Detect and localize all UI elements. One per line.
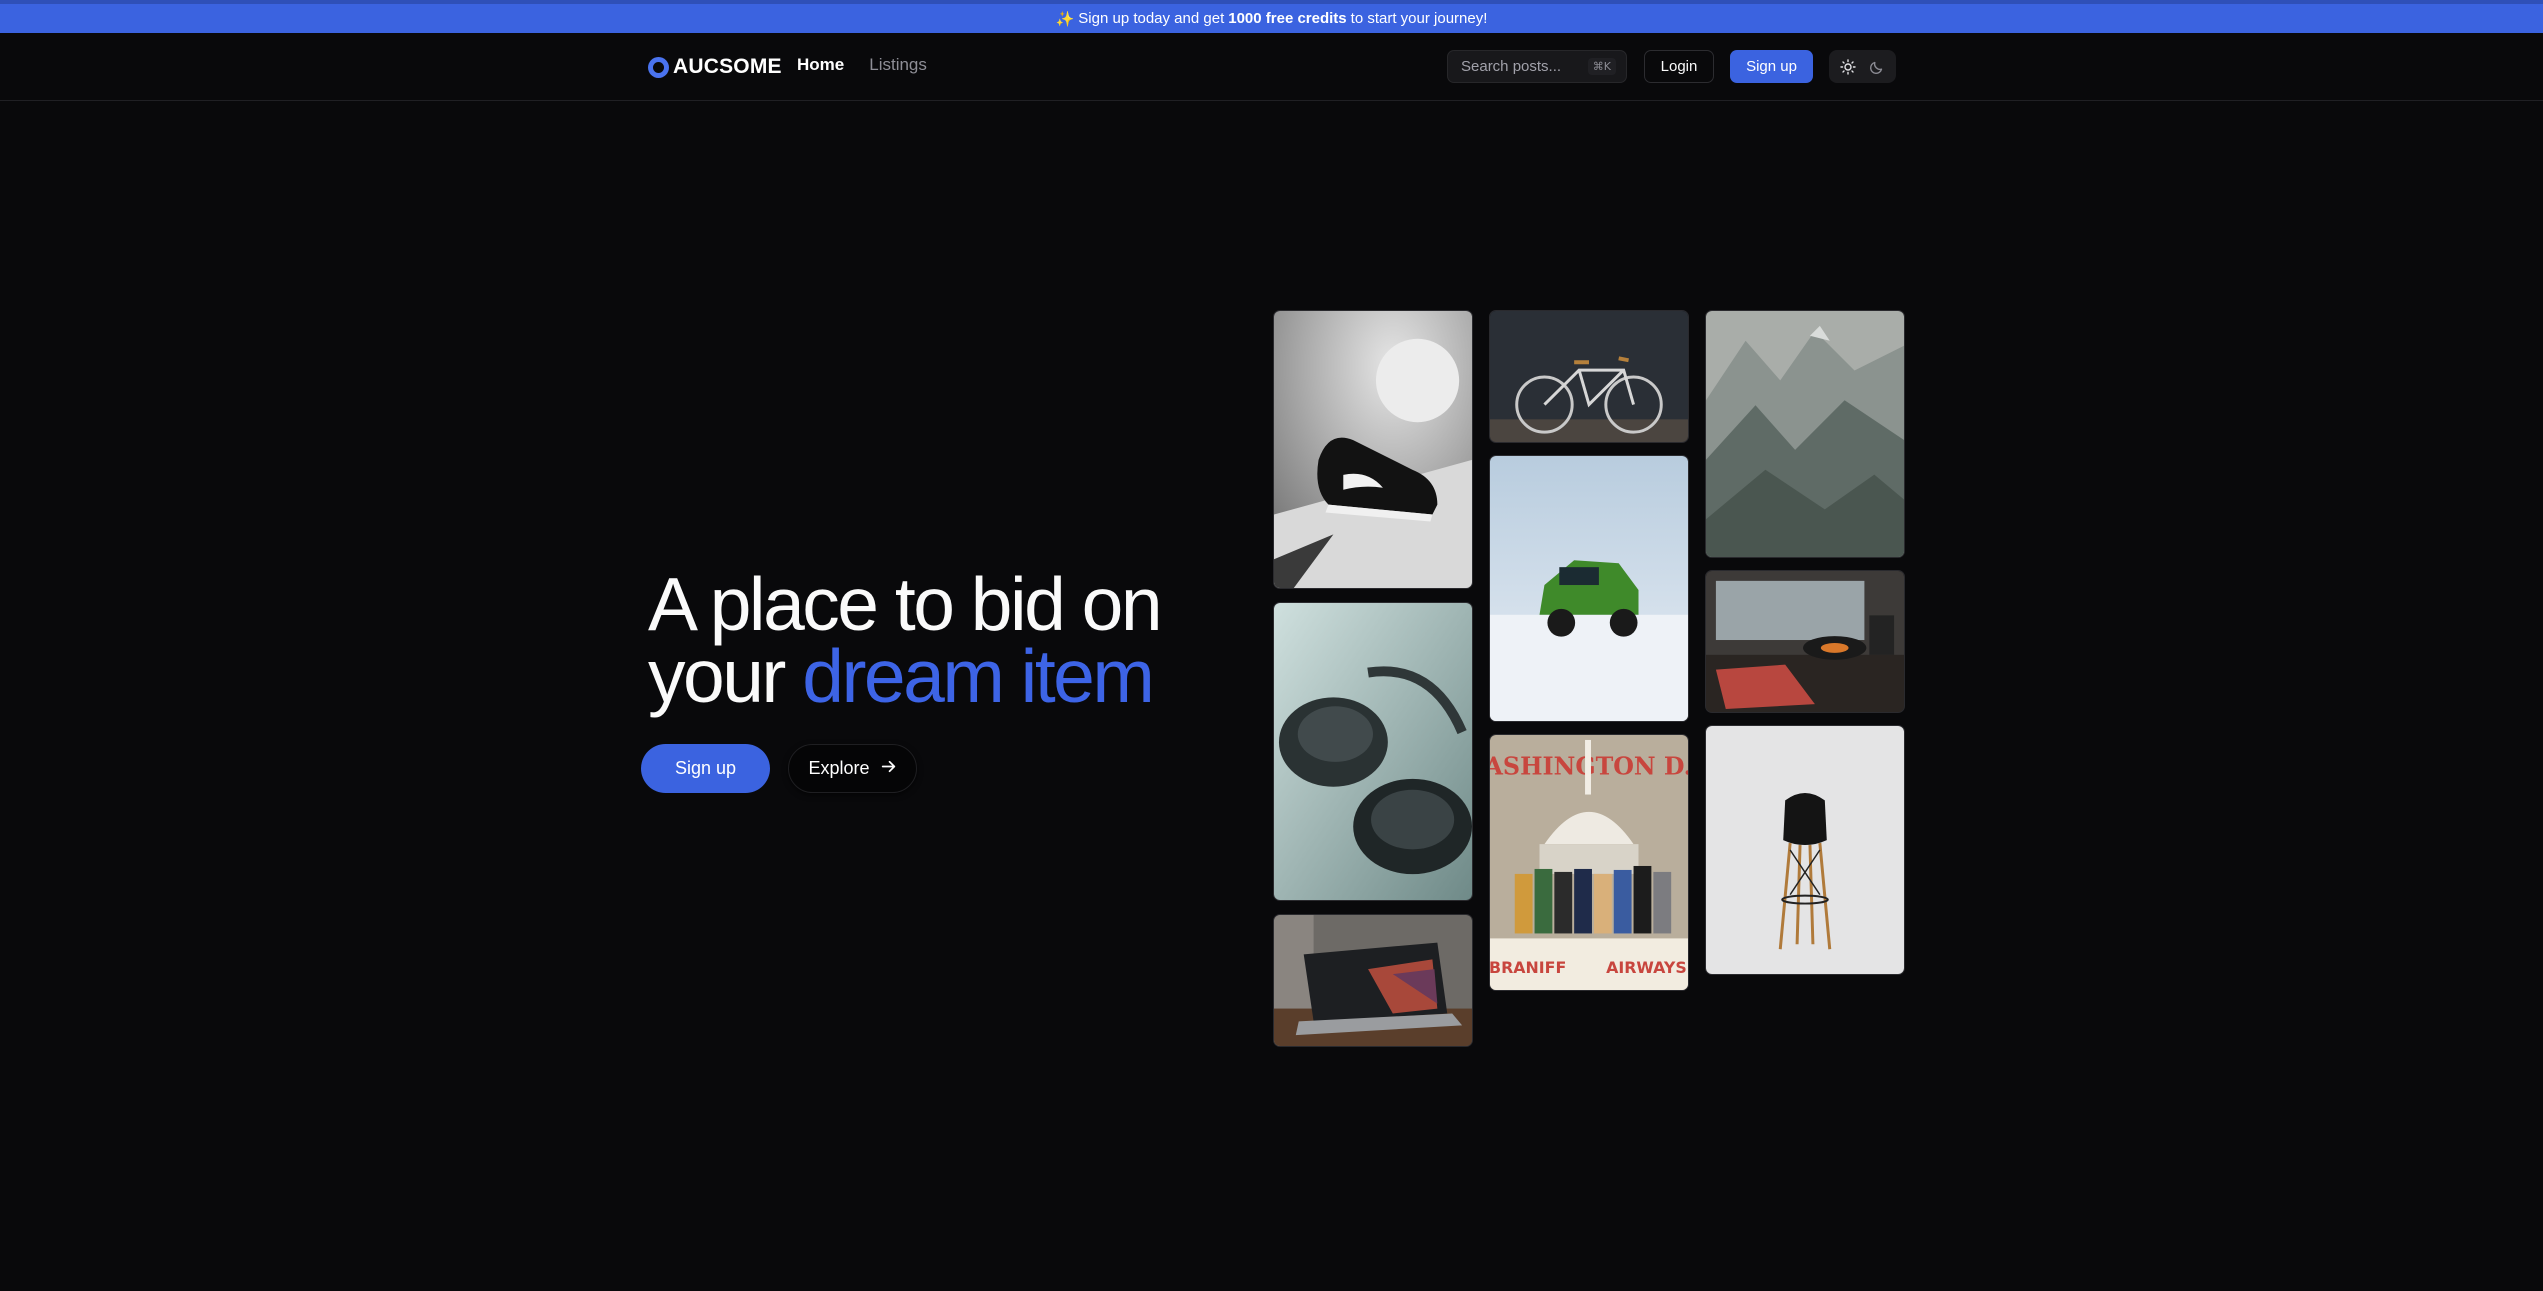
bicycle-image[interactable] bbox=[1489, 310, 1689, 443]
announcement-banner: ✨ Sign up today and get 1000 free credit… bbox=[0, 0, 2543, 33]
hero-signup-button[interactable]: Sign up bbox=[641, 744, 770, 793]
banner-text-before: Sign up today and get bbox=[1078, 10, 1225, 27]
nav-item-listings[interactable]: Listings bbox=[869, 55, 927, 75]
record-player-image[interactable] bbox=[1705, 570, 1905, 713]
search-placeholder: Search posts... bbox=[1461, 58, 1562, 75]
logo-text: AUCSOME bbox=[673, 55, 782, 78]
washington-poster-image[interactable]: WASHINGTON D.C. BRANIFF AIRWAYS bbox=[1489, 734, 1689, 991]
login-button[interactable]: Login bbox=[1644, 50, 1714, 83]
laptop-image[interactable] bbox=[1273, 914, 1473, 1047]
green-truck-image[interactable] bbox=[1489, 455, 1689, 722]
svg-text:BRANIFF: BRANIFF bbox=[1490, 958, 1566, 977]
main-nav: Home Listings bbox=[797, 55, 927, 75]
hero-title-plain: your bbox=[648, 634, 786, 718]
headphones-image[interactable] bbox=[1273, 602, 1473, 901]
search-shortcut: ⌘K bbox=[1587, 58, 1616, 75]
banner-highlight: 1000 free credits bbox=[1228, 10, 1347, 27]
sneaker-image[interactable] bbox=[1273, 310, 1473, 589]
sparkle-icon: ✨ bbox=[1055, 10, 1075, 28]
hero-title-accent: dream item bbox=[802, 634, 1155, 718]
sun-icon[interactable] bbox=[1835, 54, 1861, 80]
explore-button[interactable]: Explore bbox=[788, 744, 917, 793]
site-header: AUCSOME Home Listings Search posts... ⌘K… bbox=[0, 33, 2543, 101]
moon-icon[interactable] bbox=[1864, 54, 1890, 80]
banner-text-after: to start your journey! bbox=[1350, 10, 1488, 27]
logo-mark-icon bbox=[648, 56, 669, 78]
arrow-right-icon bbox=[880, 758, 897, 780]
svg-text:AIRWAYS: AIRWAYS bbox=[1606, 958, 1687, 977]
nav-item-home[interactable]: Home bbox=[797, 55, 844, 75]
explore-label: Explore bbox=[808, 758, 870, 778]
chair-image[interactable] bbox=[1705, 725, 1905, 975]
theme-toggle bbox=[1829, 50, 1896, 83]
hero-title: A place to bid on your dream item bbox=[648, 567, 1208, 714]
mountain-painting-image[interactable] bbox=[1705, 310, 1905, 558]
search-input[interactable]: Search posts... ⌘K bbox=[1447, 50, 1627, 83]
logo[interactable]: AUCSOME bbox=[648, 54, 782, 80]
header-signup-button[interactable]: Sign up bbox=[1730, 50, 1813, 83]
